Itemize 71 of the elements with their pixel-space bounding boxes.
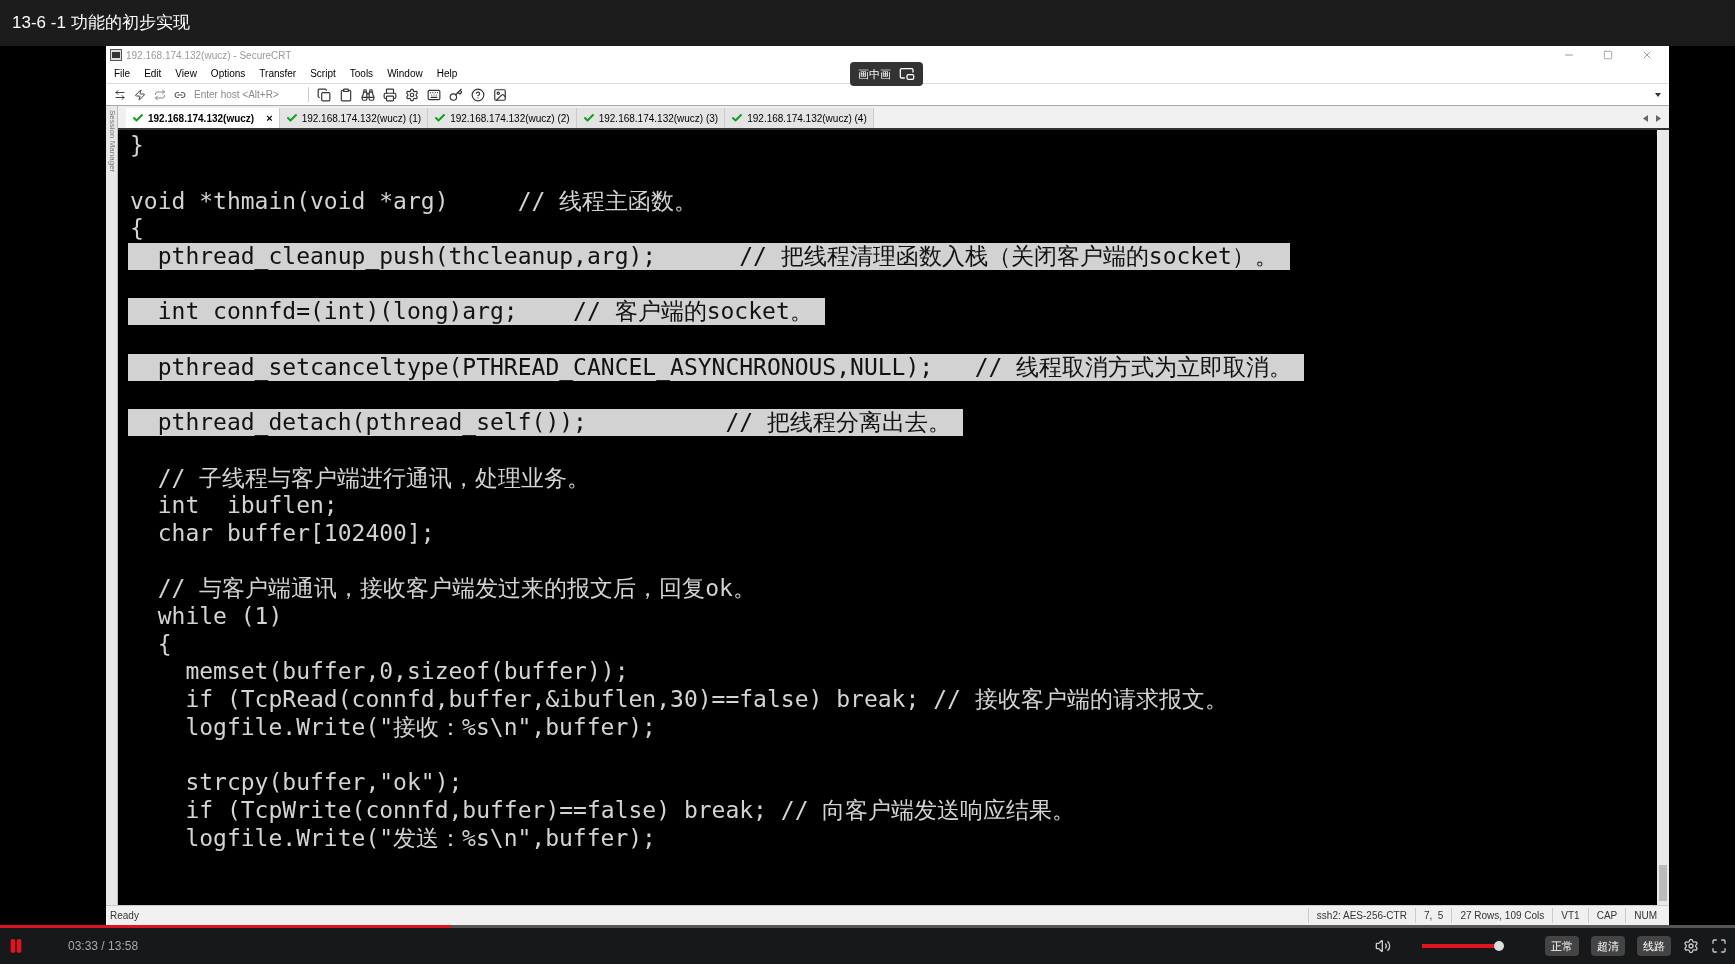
- status-field: VT1: [1552, 908, 1588, 923]
- code-line: if (TcpWrite(connfd,buffer)==false) break; // 向客户端发送响应结果。: [184, 796, 1076, 824]
- reconnect-icon[interactable]: [154, 88, 166, 101]
- clipboard-icon[interactable]: [339, 87, 353, 102]
- session-tab[interactable]: 192.168.174.132(wucz) (1): [279, 108, 429, 128]
- menu-item[interactable]: Window: [387, 66, 423, 81]
- menu-item[interactable]: Help: [436, 66, 458, 81]
- scrollbar[interactable]: [1657, 130, 1669, 905]
- connect-icon[interactable]: [114, 88, 126, 101]
- pip-icon: [899, 66, 915, 82]
- menu-item[interactable]: Transfer: [259, 66, 297, 81]
- player-button[interactable]: 超清: [1591, 935, 1625, 957]
- pause-icon[interactable]: [8, 938, 24, 954]
- code-line: // 子线程与客户端进行通讯，处理业务。: [156, 464, 591, 492]
- printer-icon[interactable]: [383, 87, 397, 102]
- code-line: void *thmain(void *arg) // 线程主函数。: [129, 187, 698, 215]
- settings-icon[interactable]: [405, 87, 419, 102]
- pip-button[interactable]: 画中画: [850, 62, 923, 86]
- app-icon: [110, 49, 122, 61]
- player-button[interactable]: 线路: [1637, 935, 1671, 957]
- binoculars-icon[interactable]: [361, 87, 375, 102]
- image-icon[interactable]: [493, 87, 507, 102]
- status-field: ssh2: AES-256-CTR: [1307, 908, 1415, 923]
- help-icon[interactable]: [471, 87, 485, 102]
- session-tab[interactable]: 192.168.174.132(wucz) (4): [725, 108, 874, 128]
- status-field: 27 Rows, 109 Cols: [1451, 908, 1553, 923]
- session-manager-panel[interactable]: Session Manager: [106, 106, 118, 905]
- code-line: logfile.Write("接收：%s\n",buffer);: [184, 713, 656, 741]
- code-line: logfile.Write("发送：%s\n",buffer);: [184, 824, 656, 852]
- volume-icon[interactable]: [1375, 938, 1391, 954]
- session-tab[interactable]: 192.168.174.132(wucz) (2): [428, 108, 577, 128]
- menu-item[interactable]: Tools: [349, 66, 374, 81]
- keyboard-icon[interactable]: [427, 87, 441, 102]
- status-field: 7, 5: [1414, 908, 1452, 923]
- window-title: 192.168.174.132(wucz) - SecureCRT: [126, 48, 292, 63]
- time-display: 03:33 / 13:58: [68, 938, 139, 955]
- tab-close[interactable]: ×: [266, 109, 273, 127]
- menu-item[interactable]: Script: [310, 66, 336, 81]
- code-line: {: [129, 215, 144, 243]
- fullscreen-icon[interactable]: [1711, 938, 1727, 954]
- menu-item[interactable]: Options: [210, 66, 246, 81]
- video-title: 13-6 -1 功能的初步实现: [12, 12, 190, 35]
- volume-slider[interactable]: [1419, 941, 1505, 951]
- scroll-left-icon[interactable]: [1643, 115, 1648, 122]
- code-line: memset(buffer,0,sizeof(buffer));: [184, 658, 629, 686]
- session-tab[interactable]: 192.168.174.132(wucz) ×: [126, 108, 280, 128]
- terminal[interactable]: [118, 130, 1657, 905]
- scroll-right-icon[interactable]: [1656, 115, 1661, 122]
- code-line: char buffer[102400];: [156, 519, 435, 547]
- close-icon[interactable]: [1641, 49, 1653, 61]
- host-field[interactable]: Enter host <Alt+R>: [194, 87, 309, 102]
- copy-icon[interactable]: [317, 87, 331, 102]
- session-tab[interactable]: 192.168.174.132(wucz) (3): [576, 108, 726, 128]
- code-line: }: [129, 132, 144, 160]
- code-line: if (TcpRead(connfd,buffer,&ibuflen,30)==false) break; // 接收客户端的请求报文。: [184, 686, 1228, 714]
- menu-item[interactable]: Edit: [144, 66, 162, 81]
- code-line: // 与客户端通讯，接收客户端发过来的报文后，回复ok。: [156, 575, 756, 603]
- menu-item[interactable]: File: [114, 66, 131, 81]
- progress-track[interactable]: [0, 925, 1735, 928]
- code-line: strcpy(buffer,"ok");: [184, 769, 463, 797]
- dropdown-icon[interactable]: [1655, 92, 1661, 97]
- player-button[interactable]: 正常: [1545, 935, 1579, 957]
- key-icon[interactable]: [449, 87, 463, 102]
- code-line: int ibuflen;: [156, 492, 338, 520]
- code-line: while (1): [156, 603, 283, 631]
- menu-item[interactable]: View: [175, 66, 197, 81]
- status-text: Ready: [110, 909, 139, 923]
- lightning-icon[interactable]: [134, 88, 146, 101]
- code-line: {: [156, 630, 172, 658]
- status-field: CAP: [1587, 908, 1626, 923]
- status-field: NUM: [1625, 908, 1665, 923]
